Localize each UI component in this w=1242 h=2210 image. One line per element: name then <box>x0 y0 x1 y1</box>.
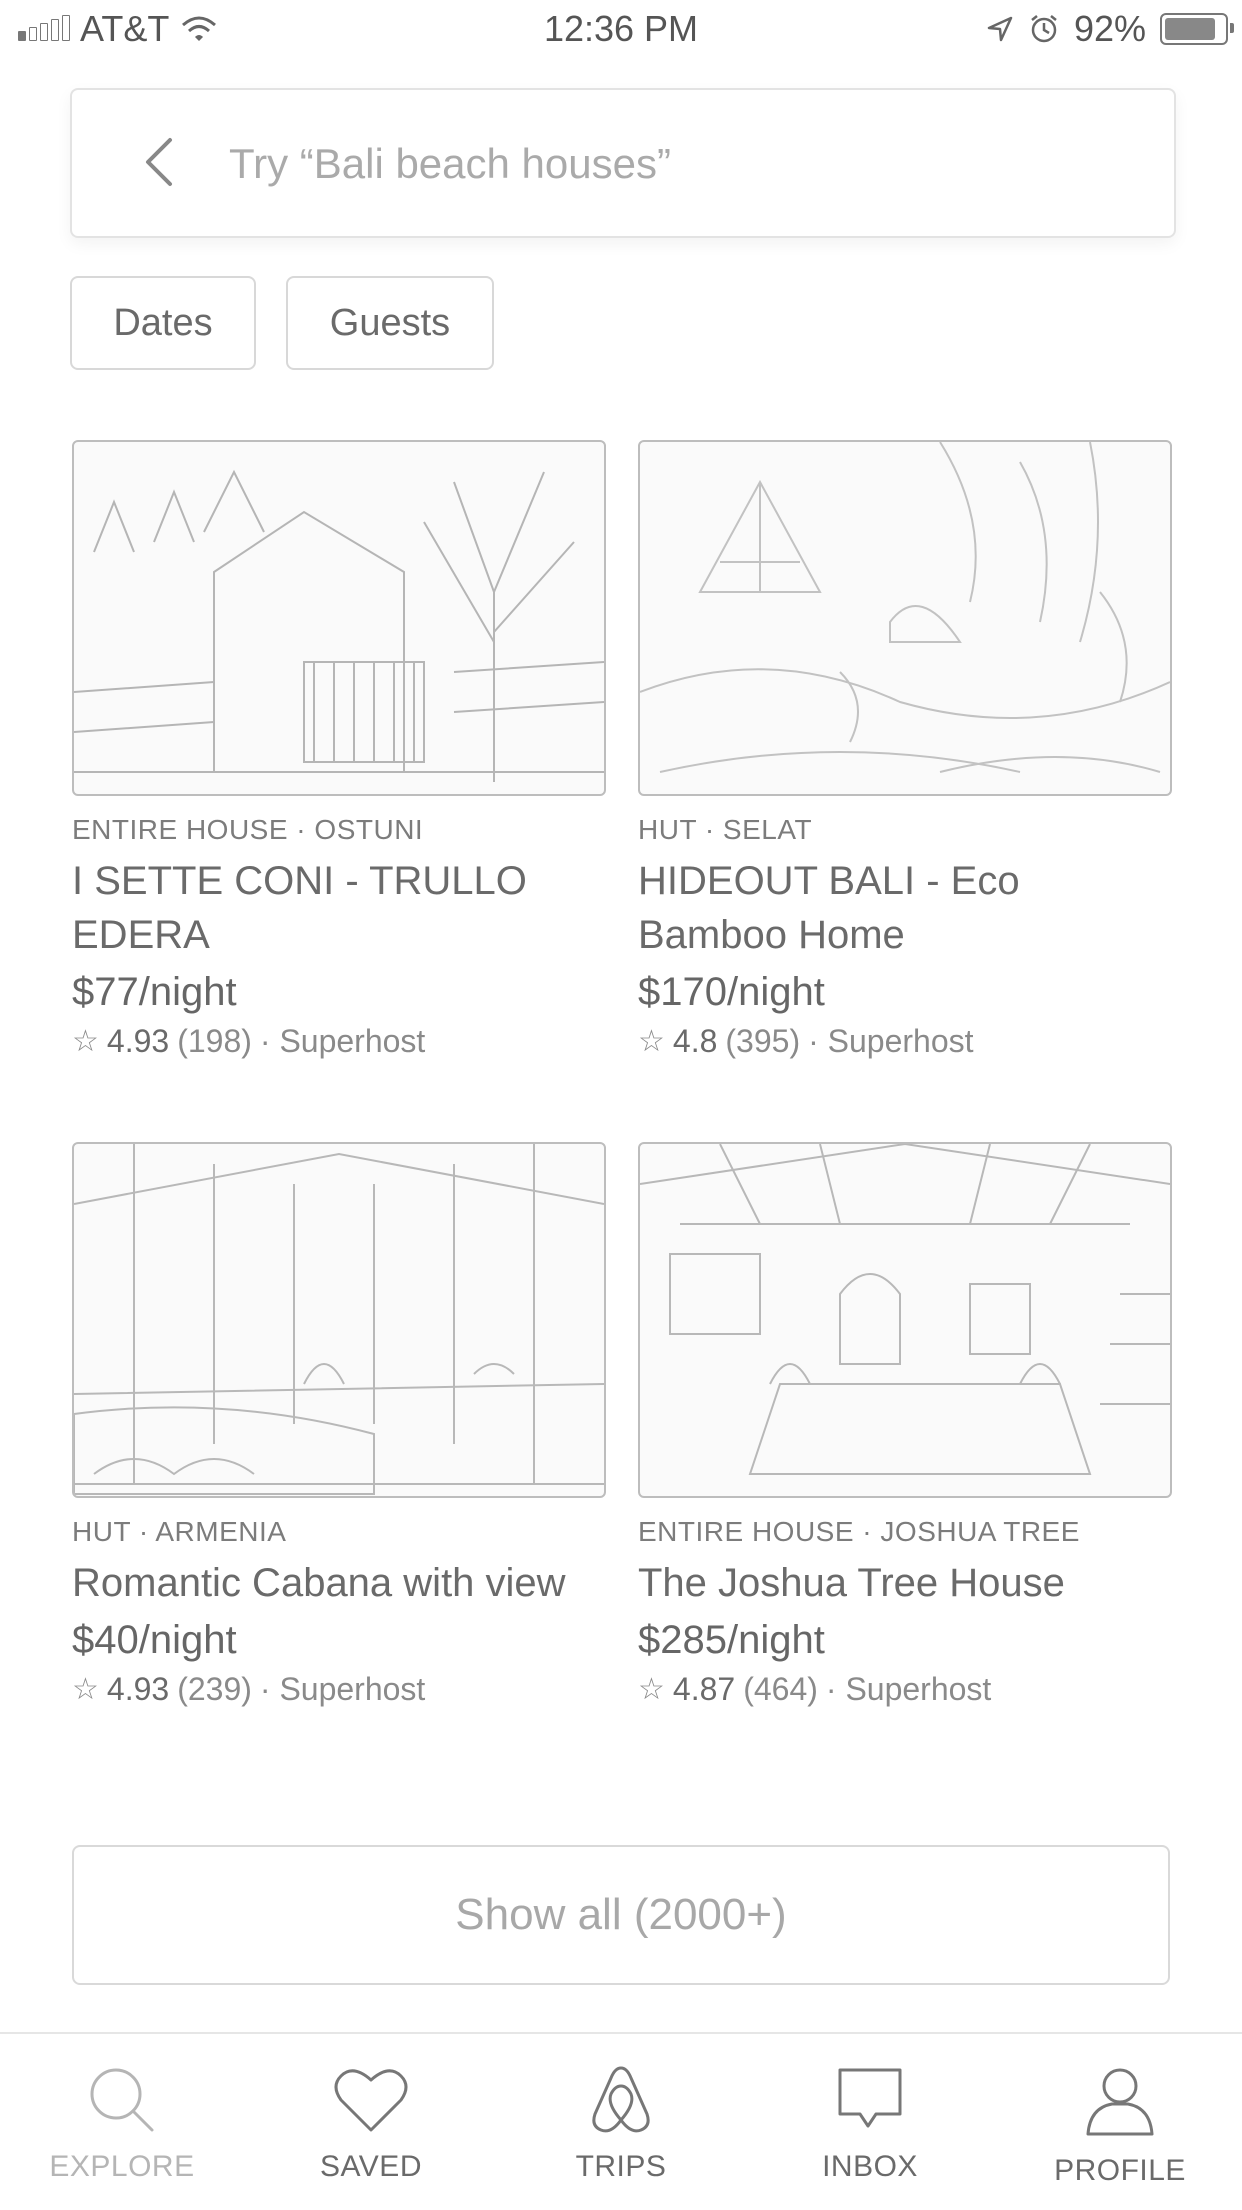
dates-filter-button[interactable]: Dates <box>70 276 256 370</box>
listing-price: $77/night <box>72 970 237 1014</box>
tab-label: EXPLORE <box>49 2150 195 2183</box>
review-count: (464) <box>743 1671 818 1707</box>
superhost-badge: · Superhost <box>259 1671 426 1707</box>
back-chevron-icon[interactable] <box>130 132 190 192</box>
search-bar[interactable] <box>70 88 1176 238</box>
listing-title[interactable]: I SETTE CONI - TRULLO EDERA <box>72 854 572 962</box>
tab-trips[interactable]: TRIPS <box>521 2064 721 2184</box>
guests-filter-button[interactable]: Guests <box>286 276 494 370</box>
listing-kind: HUT · ARMENIA <box>72 1516 287 1547</box>
listing-card[interactable]: ENTIRE HOUSE · OSTUNI I SETTE CONI - TRU… <box>72 440 606 1060</box>
tab-saved[interactable]: SAVED <box>271 2064 471 2184</box>
listing-photo[interactable] <box>638 1142 1172 1498</box>
rating-score: 4.8 <box>672 1023 718 1059</box>
review-count: (198) <box>177 1023 252 1059</box>
listing-rating: ☆ 4.8 (395) · Superhost <box>638 1023 1170 1060</box>
listing-kind: ENTIRE HOUSE · OSTUNI <box>72 814 424 845</box>
status-bar: AT&T 12:36 PM 92% <box>0 0 1242 60</box>
tab-label: PROFILE <box>1054 2154 1186 2187</box>
listing-price: $40/night <box>72 1618 237 1662</box>
star-icon: ☆ <box>638 1673 665 1706</box>
show-all-button[interactable]: Show all (2000+) <box>72 1845 1170 1985</box>
superhost-badge: · Superhost <box>808 1023 974 1059</box>
location-arrow-icon <box>987 16 1013 42</box>
listing-kind: HUT · SELAT <box>638 814 813 845</box>
star-icon: ☆ <box>638 1025 665 1058</box>
listing-photo[interactable] <box>72 1142 606 1498</box>
airbnb-logo-icon <box>592 2066 650 2133</box>
battery-fill <box>1165 18 1215 40</box>
listing-rating: ☆ 4.87 (464) · Superhost <box>638 1671 1170 1708</box>
star-icon: ☆ <box>72 1673 99 1706</box>
review-count: (395) <box>725 1023 801 1059</box>
person-icon <box>1086 2068 1154 2136</box>
listing-card[interactable]: HUT · ARMENIA Romantic Cabana with view … <box>72 1142 606 1708</box>
superhost-badge: · Superhost <box>825 1671 992 1707</box>
listing-kind: ENTIRE HOUSE · JOSHUA TREE <box>638 1516 1080 1547</box>
tab-label: TRIPS <box>575 2150 667 2183</box>
status-right: 92% <box>986 8 1234 50</box>
listing-photo[interactable] <box>638 440 1172 796</box>
alarm-clock-icon <box>1031 15 1057 43</box>
chat-bubble-icon <box>838 2068 902 2128</box>
listing-title[interactable]: The Joshua Tree House <box>638 1556 1138 1610</box>
battery-percent: 92% <box>1073 8 1146 49</box>
star-icon: ☆ <box>72 1025 99 1058</box>
superhost-badge: · Superhost <box>259 1023 426 1059</box>
tab-profile[interactable]: PROFILE <box>1020 2064 1220 2188</box>
listing-rating: ☆ 4.93 (198) · Superhost <box>72 1023 604 1060</box>
listing-price: $170/night <box>638 970 825 1014</box>
search-input[interactable] <box>227 118 1131 210</box>
listing-price: $285/night <box>638 1618 825 1662</box>
rating-score: 4.93 <box>106 1023 170 1059</box>
bottom-tab-bar: EXPLORE SAVED TRIPS INBOX PROFILE <box>0 2032 1242 2210</box>
battery-icon <box>1160 13 1234 45</box>
rating-score: 4.87 <box>672 1671 736 1707</box>
rating-score: 4.93 <box>106 1671 170 1707</box>
listing-card[interactable]: HUT · SELAT HIDEOUT BALI - Eco Bamboo Ho… <box>638 440 1172 1060</box>
tab-label: SAVED <box>320 2150 422 2183</box>
tab-inbox[interactable]: INBOX <box>770 2064 970 2184</box>
heart-icon <box>334 2069 408 2132</box>
tab-explore[interactable]: EXPLORE <box>22 2064 222 2184</box>
listing-photo[interactable] <box>72 440 606 796</box>
listing-card[interactable]: ENTIRE HOUSE · JOSHUA TREE The Joshua Tr… <box>638 1142 1172 1708</box>
listing-title[interactable]: HIDEOUT BALI - Eco Bamboo Home <box>638 854 1138 962</box>
tab-label: INBOX <box>822 2150 918 2183</box>
listing-title[interactable]: Romantic Cabana with view <box>72 1556 572 1610</box>
listing-rating: ☆ 4.93 (239) · Superhost <box>72 1671 604 1708</box>
review-count: (239) <box>177 1671 252 1707</box>
search-icon <box>90 2068 154 2132</box>
